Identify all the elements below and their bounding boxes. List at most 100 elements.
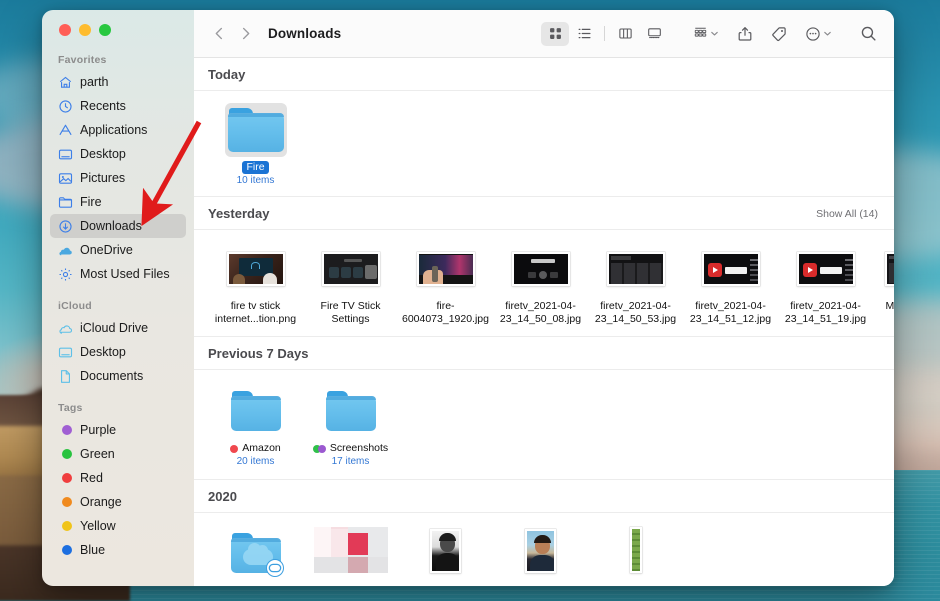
- desktop-icon: [58, 345, 73, 360]
- file-item[interactable]: fire tv stick internet...tion.png: [208, 242, 303, 326]
- image-preview: [630, 527, 642, 573]
- finder-window: Favorites parth Recents A: [42, 10, 894, 586]
- section-header-yesterday: Yesterday Show All (14): [194, 197, 894, 230]
- sidebar-item-onedrive[interactable]: OneDrive: [50, 238, 186, 262]
- tag-dot-icon: [58, 543, 73, 558]
- sidebar-tag-purple[interactable]: Purple: [50, 418, 186, 442]
- section-row-yesterday: fire tv stick internet...tion.png Fire T…: [194, 230, 894, 337]
- view-list-button[interactable]: [570, 22, 598, 46]
- file-item[interactable]: fire-6004073_1920.jpg: [398, 242, 493, 326]
- sidebar-group-icloud-title: iCloud: [42, 286, 194, 316]
- file-name-with-tag: Amazon: [230, 442, 281, 455]
- file-item[interactable]: Fire TV Stick Settings: [303, 242, 398, 326]
- file-browser-content[interactable]: Today Fire 10 items Yesterday Show All: [194, 58, 894, 586]
- sidebar-item-label: Fire: [80, 195, 102, 209]
- sidebar-tag-blue[interactable]: Blue: [50, 538, 186, 562]
- sidebar-item-fire[interactable]: Fire: [50, 190, 186, 214]
- image-preview: [885, 252, 894, 286]
- toolbar-divider: [604, 26, 605, 41]
- image-preview: [797, 252, 855, 286]
- sidebar-item-label: Purple: [80, 423, 116, 437]
- sidebar-tag-green[interactable]: Green: [50, 442, 186, 466]
- file-name-label: firetv_2021-04-23_14_51_19.jpg: [780, 300, 872, 326]
- sidebar-tag-yellow[interactable]: Yellow: [50, 514, 186, 538]
- share-button[interactable]: [734, 22, 756, 46]
- file-item[interactable]: [588, 527, 683, 577]
- view-icon-button[interactable]: [541, 22, 569, 46]
- sidebar-item-downloads[interactable]: Downloads: [50, 214, 186, 238]
- file-item[interactable]: [398, 527, 493, 577]
- sidebar-item-applications[interactable]: Applications: [50, 118, 186, 142]
- file-thumbnail: [883, 242, 894, 296]
- tag-icon[interactable]: [768, 22, 790, 46]
- minimize-button[interactable]: [79, 24, 91, 36]
- sidebar-item-icloud-drive[interactable]: iCloud Drive: [50, 316, 186, 340]
- tag-dot-icon: [58, 495, 73, 510]
- sidebar-item-pictures[interactable]: Pictures: [50, 166, 186, 190]
- file-item-amazon[interactable]: Amazon 20 items: [208, 384, 303, 467]
- back-button[interactable]: [206, 21, 232, 47]
- close-button[interactable]: [59, 24, 71, 36]
- file-item[interactable]: [493, 527, 588, 577]
- file-name-label: Amazon: [242, 442, 281, 455]
- group-by-button[interactable]: [690, 22, 722, 46]
- file-name-label: fire-6004073_1920.jpg: [400, 300, 492, 326]
- section-title: Yesterday: [208, 206, 269, 221]
- section-title: 2020: [208, 489, 237, 504]
- folder-icon: [228, 108, 284, 152]
- image-preview: [417, 252, 475, 286]
- folder-icon: [58, 195, 73, 210]
- search-icon[interactable]: [857, 22, 880, 46]
- file-item[interactable]: firetv_2021-04-23_14_50_08.jpg: [493, 242, 588, 326]
- file-item[interactable]: firetv_2021-04-23_14_50_53.jpg: [588, 242, 683, 326]
- sidebar-item-label: Documents: [80, 369, 143, 383]
- file-item[interactable]: [208, 527, 303, 577]
- maximize-button[interactable]: [99, 24, 111, 36]
- traffic-lights: [42, 10, 194, 48]
- image-preview: [525, 529, 556, 573]
- section-row-previous-7-days: Amazon 20 items Screenshots 17 items: [194, 370, 894, 480]
- sidebar-tag-orange[interactable]: Orange: [50, 490, 186, 514]
- sidebar-item-label: iCloud Drive: [80, 321, 148, 335]
- show-all-link[interactable]: Show All (14): [816, 208, 878, 220]
- sidebar-item-label: Downloads: [80, 219, 142, 233]
- sidebar-item-documents[interactable]: Documents: [50, 364, 186, 388]
- tag-dot-icon: [58, 447, 73, 462]
- file-item-fire[interactable]: Fire 10 items: [208, 103, 303, 186]
- file-item[interactable]: My Fire: [873, 242, 894, 313]
- file-thumbnail: [320, 384, 382, 438]
- file-name-label: Fire: [242, 161, 268, 174]
- sidebar-item-icloud-desktop[interactable]: Desktop: [50, 340, 186, 364]
- more-actions-button[interactable]: [802, 22, 835, 46]
- sidebar-item-label: Recents: [80, 99, 126, 113]
- section-row-today: Fire 10 items: [194, 91, 894, 197]
- sidebar-tag-red[interactable]: Red: [50, 466, 186, 490]
- file-item-count: 20 items: [237, 456, 275, 467]
- file-item[interactable]: firetv_2021-04-23_14_51_19.jpg: [778, 242, 873, 326]
- file-item-screenshots[interactable]: Screenshots 17 items: [303, 384, 398, 467]
- file-item[interactable]: [303, 527, 398, 577]
- folder-icon: [231, 391, 281, 431]
- file-thumbnail: [225, 103, 287, 157]
- tag-dot-icon: [58, 423, 73, 438]
- sidebar-item-label: Red: [80, 471, 103, 485]
- view-column-button[interactable]: [611, 22, 639, 46]
- forward-button[interactable]: [232, 21, 258, 47]
- apps-icon: [58, 123, 73, 138]
- tag-dot-icon: [58, 471, 73, 486]
- sidebar-item-label: Orange: [80, 495, 122, 509]
- file-thumbnail: [320, 242, 382, 296]
- sidebar-item-parth[interactable]: parth: [50, 70, 186, 94]
- file-item-count: 10 items: [237, 175, 275, 186]
- sidebar-item-desktop[interactable]: Desktop: [50, 142, 186, 166]
- file-name-with-tag: Screenshots: [313, 442, 388, 455]
- view-gallery-button[interactable]: [640, 22, 668, 46]
- file-thumbnail: [700, 242, 762, 296]
- finder-main: Downloads: [194, 10, 894, 586]
- sidebar-item-recents[interactable]: Recents: [50, 94, 186, 118]
- sidebar-item-most-used-files[interactable]: Most Used Files: [50, 262, 186, 286]
- file-thumbnail: [415, 242, 477, 296]
- sidebar-item-label: parth: [80, 75, 109, 89]
- file-item[interactable]: firetv_2021-04-23_14_51_12.jpg: [683, 242, 778, 326]
- cloud-icon: [58, 243, 73, 258]
